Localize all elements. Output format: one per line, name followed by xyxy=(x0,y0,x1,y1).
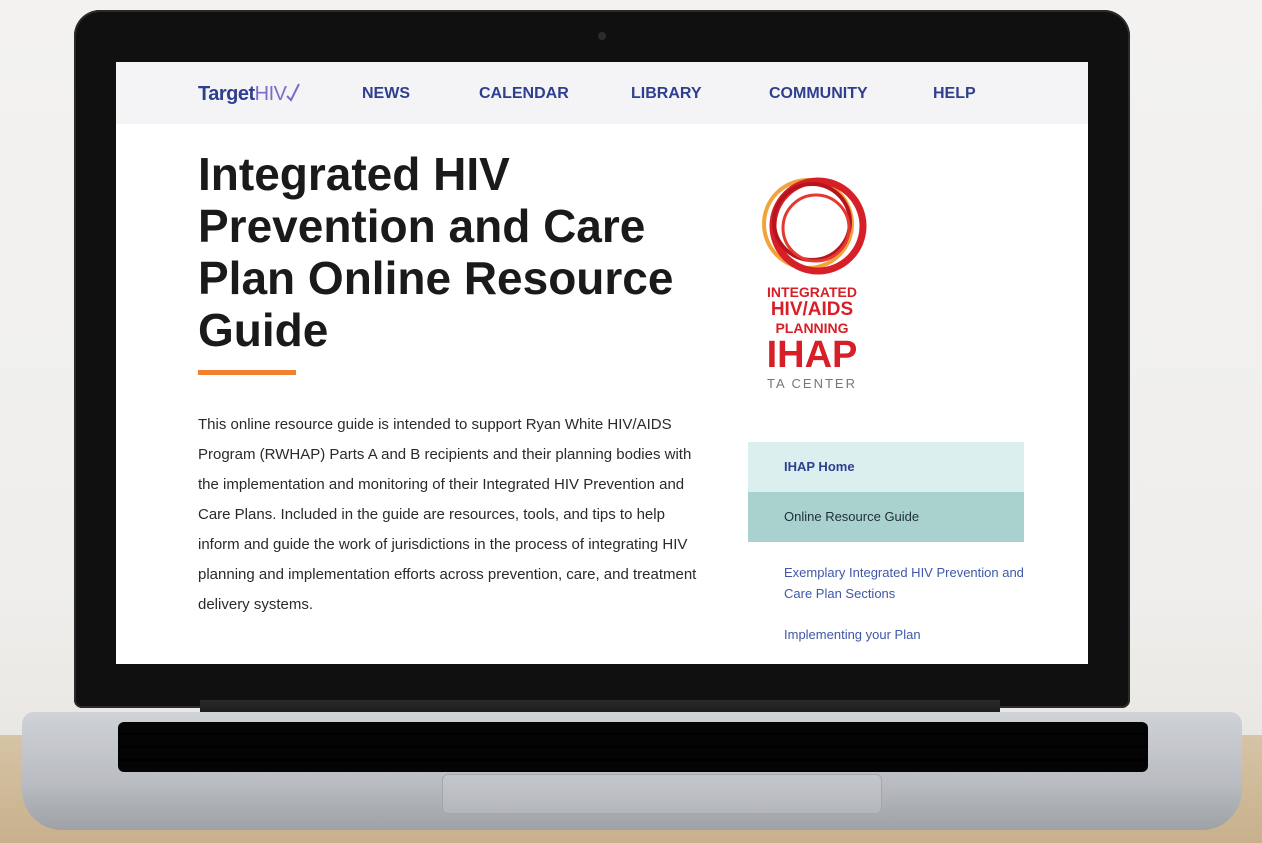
trackpad xyxy=(442,774,882,814)
logo-main-text: Target xyxy=(198,83,255,105)
ihap-line-integrated: INTEGRATED xyxy=(767,284,857,300)
page-title: Integrated HIV Prevention and Care Plan … xyxy=(198,148,674,356)
keyboard xyxy=(118,722,1148,772)
laptop-base xyxy=(22,712,1242,830)
nav-news[interactable]: NEWS xyxy=(362,85,410,103)
sidebar-item-ihap-home[interactable]: IHAP Home xyxy=(748,442,1024,492)
intro-paragraph: This online resource guide is intended t… xyxy=(198,416,697,613)
sidebar-item-online-resource-guide[interactable]: Online Resource Guide xyxy=(748,492,1024,542)
nav-library[interactable]: LIBRARY xyxy=(631,85,702,103)
logo-accent-text: HIV xyxy=(254,83,287,105)
nav-calendar[interactable]: CALENDAR xyxy=(479,85,569,103)
top-nav: TargetHIV NEWS CALENDAR LIBRARY COMMUNIT… xyxy=(116,62,1088,124)
ihap-line-ta-center: TA CENTER xyxy=(767,376,857,391)
targethiv-logo[interactable]: TargetHIV xyxy=(198,82,301,106)
sidebar-link-implementing-plan[interactable]: Implementing your Plan xyxy=(748,624,1024,645)
sidebar-nav: IHAP Home Online Resource Guide Exemplar… xyxy=(748,442,1024,645)
ihap-line-hivaids: HIV/AIDS xyxy=(770,299,854,320)
nav-help[interactable]: HELP xyxy=(933,85,976,103)
nav-community[interactable]: COMMUNITY xyxy=(769,85,868,103)
sidebar-link-exemplary-sections[interactable]: Exemplary Integrated HIV Prevention and … xyxy=(748,562,1024,604)
title-underline xyxy=(198,370,296,375)
ihap-logo: INTEGRATED HIV/AIDS PLANNING IHAP TA CEN… xyxy=(746,172,878,392)
webcam xyxy=(598,32,606,40)
logo-check-icon xyxy=(286,83,301,102)
ihap-line-acronym: IHAP xyxy=(766,334,858,376)
laptop-screen: TargetHIV NEWS CALENDAR LIBRARY COMMUNIT… xyxy=(116,62,1088,664)
ihap-rings-icon xyxy=(762,177,867,275)
